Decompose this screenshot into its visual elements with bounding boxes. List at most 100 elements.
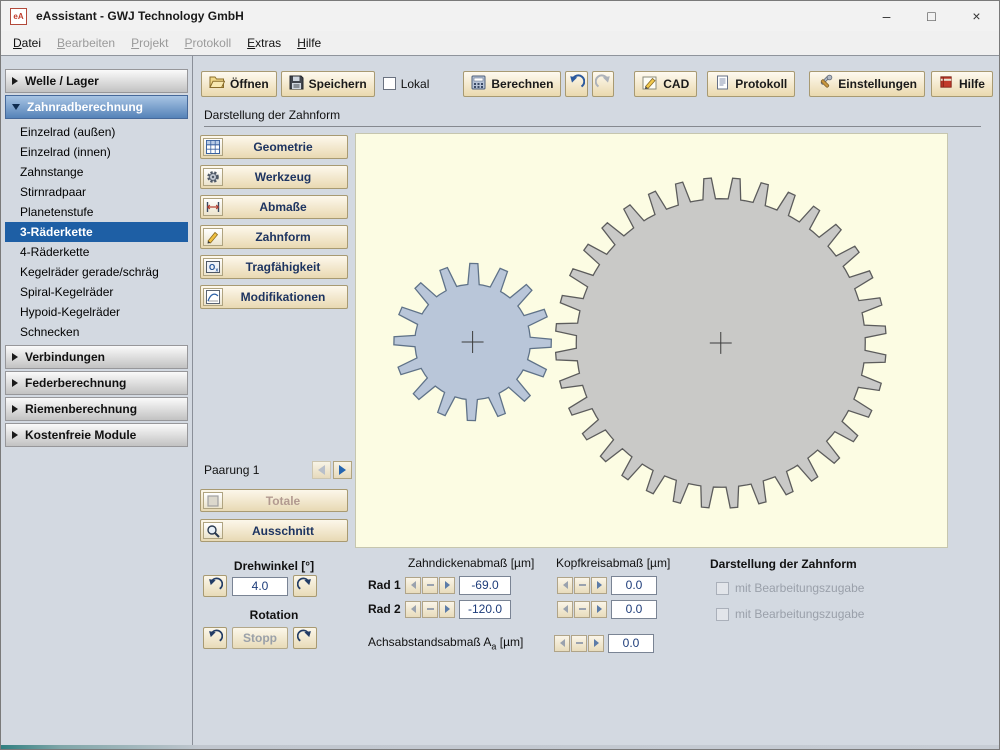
rad2-tooth-reset-button[interactable] xyxy=(422,600,438,618)
app-window: eA eAssistant - GWJ Technology GmbH – □ … xyxy=(0,0,1000,750)
menu-protokoll: Protokoll xyxy=(184,36,232,50)
sidebar-item-schnecken[interactable]: Schnecken xyxy=(5,322,188,342)
center-distance-reset-button[interactable] xyxy=(571,634,587,652)
sidebar-section-zahnradberechnung[interactable]: Zahnradberechnung xyxy=(5,95,188,119)
cad-button[interactable]: CAD xyxy=(634,70,698,97)
rad1-tip-step-down-button[interactable] xyxy=(557,576,573,594)
rotate-cw-run-button[interactable] xyxy=(293,627,317,649)
window-controls: – □ × xyxy=(864,1,999,31)
rad2-tooth-step-down-button[interactable] xyxy=(405,600,421,618)
rotate-ccw-icon xyxy=(207,629,224,648)
settings-button[interactable]: Einstellungen xyxy=(809,70,925,97)
previous-pairing-button[interactable] xyxy=(312,461,331,479)
menu-projekt: Projekt xyxy=(131,36,169,50)
sidebar-section-riemenberechnung[interactable]: Riemenberechnung xyxy=(5,397,188,421)
section-title: Darstellung der Zahnform xyxy=(204,108,341,122)
menu-extras[interactable]: Extras xyxy=(239,33,289,53)
sidebar-item-4-raederkette[interactable]: 4-Räderkette xyxy=(5,242,188,262)
window-title: eAssistant - GWJ Technology GmbH xyxy=(36,9,244,23)
rotate-cw-step-button[interactable] xyxy=(293,575,317,597)
total-view-button[interactable]: Totale xyxy=(200,489,348,512)
left-arrow-icon xyxy=(559,639,565,647)
rotate-ccw-run-button[interactable] xyxy=(203,627,227,649)
detail-view-button[interactable]: Ausschnitt xyxy=(200,519,348,542)
sidebar-item-zahnstange[interactable]: Zahnstange xyxy=(5,162,188,182)
center-distance-label: Achsabstandsabmaß Aa [µm] xyxy=(368,634,524,652)
right-arrow-icon xyxy=(339,465,346,475)
rad1-tooth-step-up-button[interactable] xyxy=(439,576,455,594)
sidebar-section-kostenfreie-module[interactable]: Kostenfreie Module xyxy=(5,423,188,447)
rotate-ccw-step-button[interactable] xyxy=(203,575,227,597)
sidebar-item-planetenstufe[interactable]: Planetenstufe xyxy=(5,202,188,222)
tooth-form-button[interactable]: Zahnform xyxy=(200,225,348,249)
rad1-tip-reset-button[interactable] xyxy=(574,576,590,594)
section-label: Zahnradberechnung xyxy=(27,100,144,114)
maximize-button[interactable]: □ xyxy=(909,1,954,31)
rad2-label: Rad 2 xyxy=(368,602,401,616)
minus-icon xyxy=(575,642,583,644)
tip-circle-header: Kopfkreisabmaß [µm] xyxy=(556,556,671,570)
sidebar-item-kegelraeder[interactable]: Kegelräder gerade/schräg xyxy=(5,262,188,282)
sidebar-section-federberechnung[interactable]: Federberechnung xyxy=(5,371,188,395)
rad2-tip-allowance-input[interactable] xyxy=(611,599,657,619)
sidebar-item-einzelrad-innen[interactable]: Einzelrad (innen) xyxy=(5,142,188,162)
rad1-tip-step-up-button[interactable] xyxy=(591,576,607,594)
calculator-icon xyxy=(471,75,486,93)
rad2-tooth-allowance-input[interactable] xyxy=(459,599,511,619)
toolbar: Öffnen Speichern Lokal Berechnen CAD Pro… xyxy=(201,70,993,97)
allowances-button[interactable]: Abmaße xyxy=(200,195,348,219)
tool-button-label: Werkzeug xyxy=(254,170,312,184)
cad-pencil-icon xyxy=(642,75,658,93)
center-distance-allowance-input[interactable] xyxy=(608,633,654,653)
save-floppy-icon xyxy=(289,75,304,93)
app-icon: eA xyxy=(10,7,27,25)
save-button[interactable]: Speichern xyxy=(280,70,375,97)
menu-hilfe[interactable]: Hilfe xyxy=(289,33,329,53)
menu-datei[interactable]: Datei xyxy=(5,33,49,53)
geometry-button[interactable]: Geometrie xyxy=(200,135,348,159)
rad2-tip-step-down-button[interactable] xyxy=(557,600,573,618)
sidebar-gear-items: Einzelrad (außen) Einzelrad (innen) Zahn… xyxy=(5,121,188,345)
sidebar-section-verbindungen[interactable]: Verbindungen xyxy=(5,345,188,369)
local-checkbox-box[interactable] xyxy=(382,77,396,90)
redo-button[interactable] xyxy=(591,70,615,97)
stop-button[interactable]: Stopp xyxy=(232,627,288,649)
protocol-button[interactable]: Protokoll xyxy=(707,70,796,97)
center-distance-step-up-button[interactable] xyxy=(588,634,604,652)
gear-canvas[interactable] xyxy=(356,134,947,547)
minimize-button[interactable]: – xyxy=(864,1,909,31)
sidebar-item-3-raederkette[interactable]: 3-Räderkette xyxy=(5,222,188,242)
rad1-tooth-step-down-button[interactable] xyxy=(405,576,421,594)
sidebar-item-hypoid-kegelraeder[interactable]: Hypoid-Kegelräder xyxy=(5,302,188,322)
modifications-button[interactable]: Modifikationen xyxy=(200,285,348,309)
chevron-right-icon xyxy=(12,77,18,85)
rad1-tooth-allowance-input[interactable] xyxy=(459,575,511,595)
rad1-tip-allowance-input[interactable] xyxy=(611,575,657,595)
redo-icon xyxy=(594,73,612,94)
rad2-tip-step-up-button[interactable] xyxy=(591,600,607,618)
rad1-tooth-reset-button[interactable] xyxy=(422,576,438,594)
help-button[interactable]: Hilfe xyxy=(930,70,993,97)
rotate-cw-icon xyxy=(296,577,313,596)
rad2-tooth-step-up-button[interactable] xyxy=(439,600,455,618)
sidebar-item-stirnradpaar[interactable]: Stirnradpaar xyxy=(5,182,188,202)
tools-icon xyxy=(817,74,833,93)
undo-button[interactable] xyxy=(565,70,588,97)
next-pairing-button[interactable] xyxy=(333,461,352,479)
local-checkbox[interactable]: Lokal xyxy=(382,77,429,91)
sidebar-item-spiral-kegelraeder[interactable]: Spiral-Kegelräder xyxy=(5,282,188,302)
sidebar-section-welle-lager[interactable]: Welle / Lager xyxy=(5,69,188,93)
sidebar-item-einzelrad-aussen[interactable]: Einzelrad (außen) xyxy=(5,122,188,142)
tool-button[interactable]: Werkzeug xyxy=(200,165,348,189)
rotation-run-controls: Stopp xyxy=(203,627,317,649)
save-button-label: Speichern xyxy=(308,76,367,91)
titlebar: eA eAssistant - GWJ Technology GmbH – □ … xyxy=(1,1,999,31)
center-distance-step-down-button[interactable] xyxy=(554,634,570,652)
open-button[interactable]: Öffnen xyxy=(201,70,277,97)
rad2-tip-reset-button[interactable] xyxy=(574,600,590,618)
close-button[interactable]: × xyxy=(954,1,999,31)
rotation-angle-input[interactable] xyxy=(232,576,288,596)
calculate-button[interactable]: Berechnen xyxy=(463,70,562,97)
main-panel: Öffnen Speichern Lokal Berechnen CAD Pro… xyxy=(193,56,999,745)
load-capacity-button[interactable]: Ox Tragfähigkeit xyxy=(200,255,348,279)
